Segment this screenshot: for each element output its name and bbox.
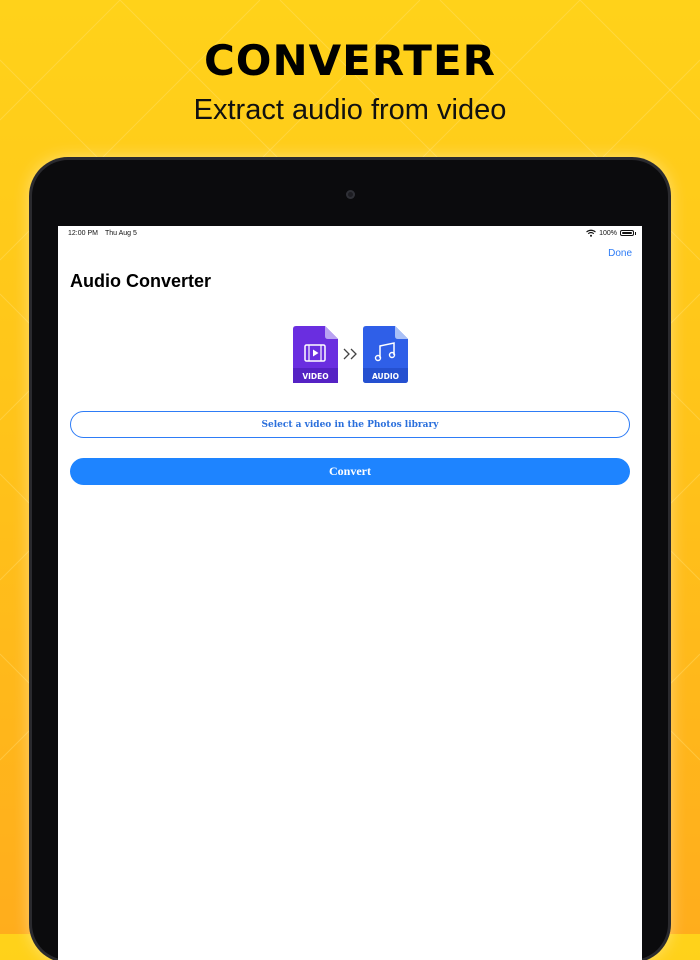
battery-tip [635, 231, 636, 235]
select-video-button[interactable]: Select a video in the Photos library [70, 411, 630, 438]
status-bar: 12:00 PM Thu Aug 5 100% [58, 226, 642, 240]
app-screen: 12:00 PM Thu Aug 5 100% Done Audio Conve… [58, 226, 642, 960]
audio-label: AUDIO [372, 372, 399, 381]
status-indicators: 100% [586, 229, 636, 237]
double-chevron-right-icon [343, 348, 357, 360]
done-button[interactable]: Done [608, 248, 632, 259]
video-label: VIDEO [302, 372, 328, 381]
status-time: 12:00 PM [68, 230, 98, 237]
status-date: Thu Aug 5 [105, 230, 137, 237]
page-title: Audio Converter [70, 271, 212, 291]
conversion-graphic: VIDEO AUDIO [293, 326, 409, 384]
wifi-icon [586, 229, 596, 237]
front-camera [346, 190, 355, 199]
battery-percent: 100% [599, 229, 617, 237]
convert-button[interactable]: Convert [70, 458, 630, 485]
battery-icon [620, 230, 634, 236]
promo-headline: CONVERTER [203, 36, 496, 85]
audio-file-icon: AUDIO [363, 326, 408, 383]
video-file-icon: VIDEO [293, 326, 338, 383]
promo-subheadline: Extract audio from video [193, 94, 507, 126]
ipad-frame: 12:00 PM Thu Aug 5 100% Done Audio Conve… [32, 160, 668, 960]
